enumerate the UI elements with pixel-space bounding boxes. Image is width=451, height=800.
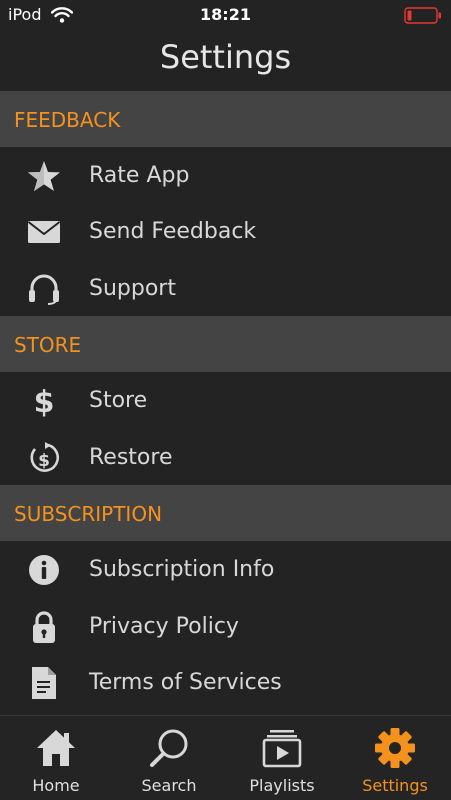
section-title: FEEDBACK <box>14 108 121 132</box>
tab-home[interactable]: Home <box>0 716 112 800</box>
dollar-icon: $ <box>26 384 62 418</box>
page-title: Settings <box>159 38 292 76</box>
section-title: SUBSCRIPTION <box>14 502 163 526</box>
gear-icon <box>339 725 451 771</box>
tab-settings[interactable]: Settings <box>339 716 451 800</box>
battery-low-icon <box>404 7 441 24</box>
section-title: STORE <box>14 333 82 357</box>
store-row[interactable]: $ Store <box>0 372 451 428</box>
subscription-info-label: Subscription Info <box>89 557 275 582</box>
rate-app-row[interactable]: Rate App <box>0 147 451 203</box>
store-label: Store <box>89 388 148 413</box>
support-label: Support <box>89 276 176 301</box>
section-header-store: STORE <box>0 316 451 372</box>
svg-text:$: $ <box>38 451 50 471</box>
rate-app-label: Rate App <box>89 163 190 188</box>
status-bar: iPod 18:21 <box>0 0 451 32</box>
envelope-icon <box>26 215 62 249</box>
svg-text:$: $ <box>34 385 55 418</box>
terms-of-services-label: Terms of Services <box>89 670 282 695</box>
tab-playlists-label: Playlists <box>249 776 315 795</box>
tab-playlists[interactable]: Playlists <box>226 716 338 800</box>
section-header-subscription: SUBSCRIPTION <box>0 485 451 541</box>
tab-settings-label: Settings <box>362 776 428 795</box>
lock-icon <box>26 610 62 644</box>
document-icon <box>26 666 62 700</box>
restore-label: Restore <box>89 445 173 470</box>
tab-bar: Home Search Playlists Settings <box>0 715 451 800</box>
terms-of-services-row[interactable]: Terms of Services <box>0 654 451 710</box>
privacy-policy-label: Privacy Policy <box>89 614 239 639</box>
support-row[interactable]: Support <box>0 260 451 316</box>
send-feedback-row[interactable]: Send Feedback <box>0 203 451 259</box>
privacy-policy-row[interactable]: Privacy Policy <box>0 598 451 654</box>
restore-dollar-icon: $ <box>26 441 62 475</box>
tab-search[interactable]: Search <box>113 716 225 800</box>
section-header-feedback: FEEDBACK <box>0 91 451 147</box>
info-icon <box>26 553 62 587</box>
status-time: 18:21 <box>200 5 251 24</box>
subscription-info-row[interactable]: Subscription Info <box>0 541 451 597</box>
tab-home-label: Home <box>32 776 80 795</box>
playlists-icon <box>226 725 338 771</box>
star-icon <box>26 159 62 193</box>
send-feedback-label: Send Feedback <box>89 219 257 244</box>
restore-row[interactable]: $ Restore <box>0 429 451 485</box>
headphones-icon <box>26 272 62 306</box>
home-icon <box>0 725 112 771</box>
tab-search-label: Search <box>141 776 197 795</box>
search-icon <box>113 725 225 771</box>
